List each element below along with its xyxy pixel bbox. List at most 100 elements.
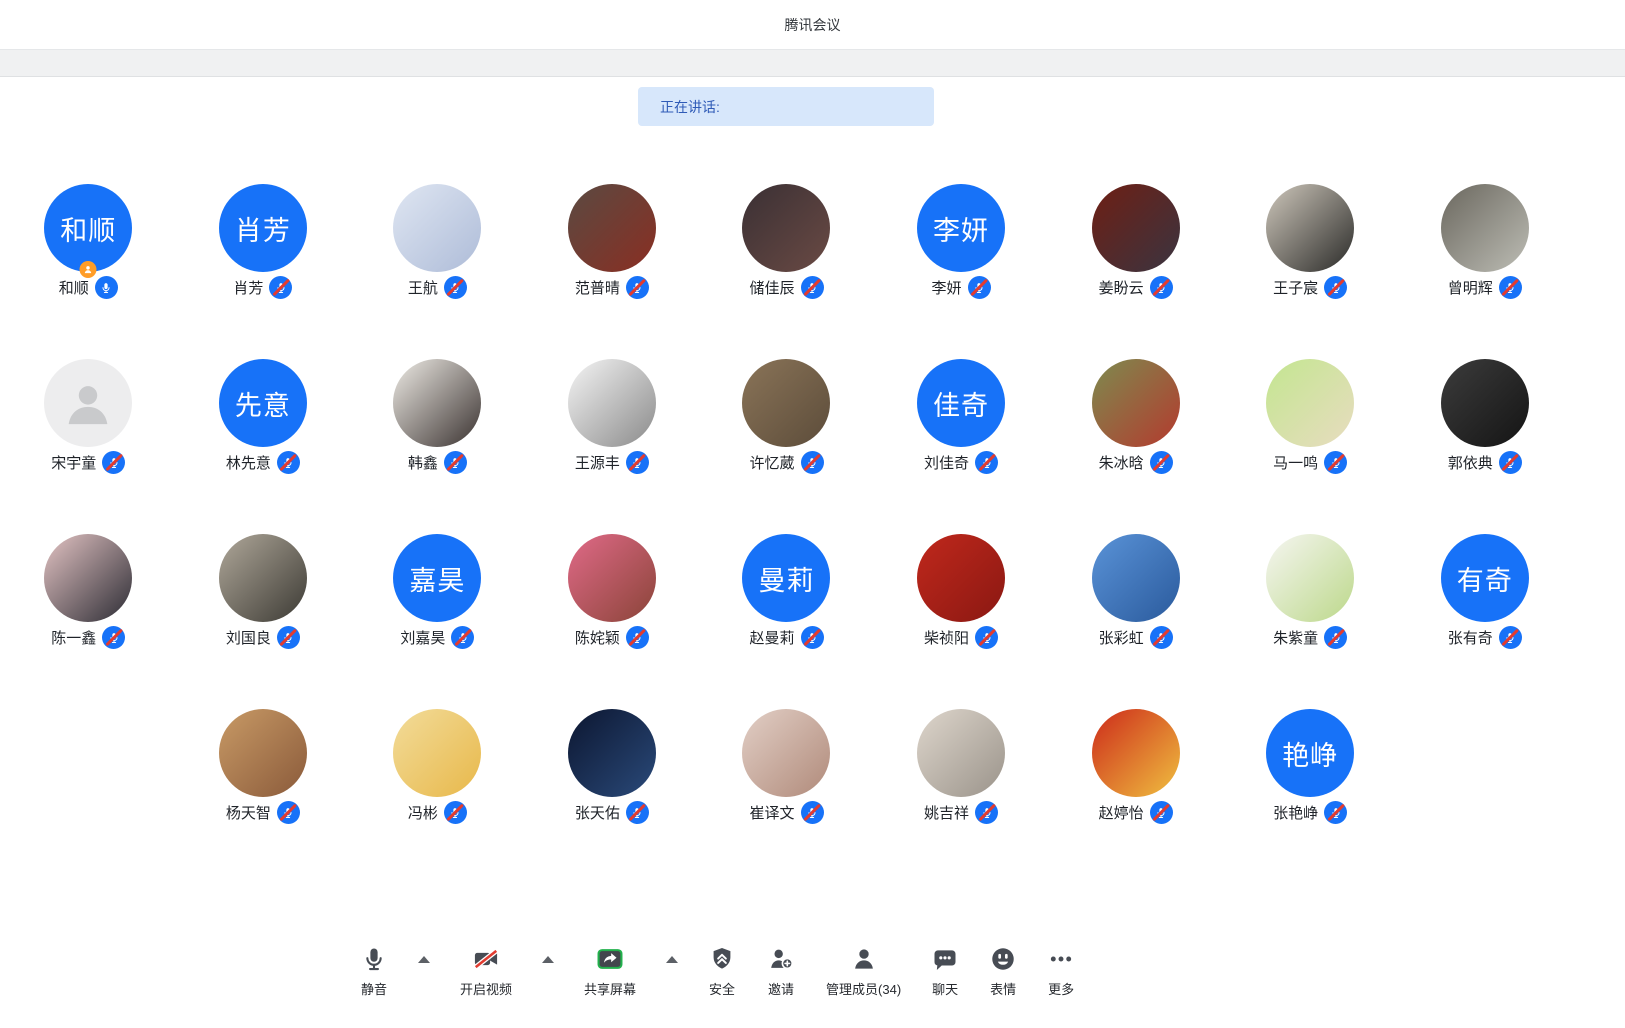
toolbar-mute-button[interactable]: 静音 (360, 943, 388, 998)
participant-nameline: 张天佑 (575, 801, 649, 824)
participant-tile[interactable]: 先意林先意 (176, 359, 351, 534)
participant-name: 林先意 (226, 452, 271, 473)
participant-tile[interactable]: 艳峥张艳峥 (1223, 709, 1398, 884)
participant-tile[interactable]: 韩鑫 (350, 359, 525, 534)
participant-tile[interactable]: 赵婷怡 (1048, 709, 1223, 884)
mic-muted-icon (277, 626, 300, 649)
mic-on-icon (95, 276, 118, 299)
toolbar-security-button[interactable]: 安全 (708, 943, 736, 998)
participant-nameline: 赵婷怡 (1099, 801, 1173, 824)
participant-tile[interactable]: 曾明辉 (1397, 184, 1572, 359)
toolbar-share-button[interactable]: 共享屏幕 (584, 943, 636, 998)
participant-name: 赵婷怡 (1099, 802, 1144, 823)
participant-tile[interactable]: 崔译文 (699, 709, 874, 884)
speaking-banner: 正在讲话: (638, 87, 934, 126)
participant-tile[interactable]: 冯彬 (350, 709, 525, 884)
participant-name: 刘国良 (226, 627, 271, 648)
participant-nameline: 姚吉祥 (924, 801, 998, 824)
toolbar-mute-label: 静音 (361, 979, 387, 998)
toolbar-more-button[interactable]: 更多 (1047, 943, 1075, 998)
participant-tile[interactable]: 朱冰晗 (1048, 359, 1223, 534)
toolbar-share-caret[interactable] (666, 956, 678, 963)
participant-tile[interactable]: 宋宇童 (1, 359, 176, 534)
mic-muted-icon (626, 451, 649, 474)
mic-muted-icon (975, 626, 998, 649)
avatar-photo (393, 184, 481, 272)
participant-tile[interactable]: 储佳辰 (699, 184, 874, 359)
mic-muted-icon (1150, 451, 1173, 474)
toolbar-mute-caret[interactable] (418, 956, 430, 963)
participant-tile[interactable]: 李妍李妍 (874, 184, 1049, 359)
participant-tile[interactable]: 姜盼云 (1048, 184, 1223, 359)
toolbar-invite-button[interactable]: 邀请 (766, 943, 796, 998)
participant-name: 陈一鑫 (51, 627, 96, 648)
avatar-photo (917, 534, 1005, 622)
mic-muted-icon (1499, 626, 1522, 649)
participant-tile[interactable]: 嘉昊刘嘉昊 (350, 534, 525, 709)
participant-tile[interactable]: 柴祯阳 (874, 534, 1049, 709)
participant-nameline: 冯彬 (408, 801, 467, 824)
participant-tile[interactable]: 陈姹颖 (525, 534, 700, 709)
participant-name: 郭依典 (1448, 452, 1493, 473)
members-icon (850, 943, 878, 975)
participant-name: 赵曼莉 (749, 627, 794, 648)
participant-tile[interactable]: 朱紫童 (1223, 534, 1398, 709)
toolbar-members-button[interactable]: 管理成员(34) (826, 943, 901, 998)
participant-tile[interactable]: 和顺和顺 (1, 184, 176, 359)
participant-tile[interactable]: 王源丰 (525, 359, 700, 534)
participant-tile[interactable]: 姚吉祥 (874, 709, 1049, 884)
participant-nameline: 朱冰晗 (1099, 451, 1173, 474)
avatar-photo (44, 534, 132, 622)
toolbar-emoji-button[interactable]: 表情 (989, 943, 1017, 998)
mic-muted-icon (1324, 801, 1347, 824)
participant-nameline: 刘嘉昊 (400, 626, 474, 649)
participant-tile[interactable]: 有奇张有奇 (1397, 534, 1572, 709)
participant-tile[interactable]: 郭依典 (1397, 359, 1572, 534)
avatar-photo (393, 709, 481, 797)
mic-muted-icon (968, 276, 991, 299)
avatar-photo (568, 184, 656, 272)
mic-muted-icon (801, 451, 824, 474)
participant-nameline: 姜盼云 (1099, 276, 1173, 299)
toolbar-invite-label: 邀请 (768, 979, 794, 998)
participant-tile[interactable]: 陈一鑫 (1, 534, 176, 709)
toolbar-chat-button[interactable]: 聊天 (931, 943, 959, 998)
participant-nameline: 李妍 (932, 276, 991, 299)
participant-tile[interactable]: 王航 (350, 184, 525, 359)
mic-muted-icon (1150, 276, 1173, 299)
participant-tile[interactable]: 曼莉赵曼莉 (699, 534, 874, 709)
participant-tile[interactable]: 马一鸣 (1223, 359, 1398, 534)
participant-name: 范普晴 (575, 277, 620, 298)
mic-muted-icon (1150, 626, 1173, 649)
toolbar-video-caret[interactable] (542, 956, 554, 963)
participant-name: 张彩虹 (1099, 627, 1144, 648)
participant-tile[interactable]: 刘国良 (176, 534, 351, 709)
participant-tile[interactable]: 佳奇刘佳奇 (874, 359, 1049, 534)
mic-muted-icon (277, 451, 300, 474)
participant-nameline: 和顺 (59, 276, 118, 299)
participant-tile[interactable]: 杨天智 (176, 709, 351, 884)
toolbar-members-label: 管理成员(34) (826, 979, 901, 998)
participant-tile[interactable]: 肖芳肖芳 (176, 184, 351, 359)
avatar-initials: 肖芳 (219, 184, 307, 272)
participant-tile[interactable]: 张天佑 (525, 709, 700, 884)
participant-nameline: 陈一鑫 (51, 626, 125, 649)
participant-name: 朱紫童 (1273, 627, 1318, 648)
mic-muted-icon (444, 801, 467, 824)
secondary-strip (0, 50, 1625, 77)
toolbar-video-button[interactable]: 开启视频 (460, 943, 512, 998)
participant-tile[interactable]: 王子宸 (1223, 184, 1398, 359)
participant-name: 储佳辰 (749, 277, 794, 298)
avatar-initials: 有奇 (1441, 534, 1529, 622)
participant-name: 冯彬 (408, 802, 438, 823)
participant-nameline: 马一鸣 (1273, 451, 1347, 474)
participant-tile[interactable]: 张彩虹 (1048, 534, 1223, 709)
participant-nameline: 王子宸 (1273, 276, 1347, 299)
mic-muted-icon (626, 276, 649, 299)
toolbar-emoji-label: 表情 (990, 979, 1016, 998)
participant-tile[interactable]: 许忆葳 (699, 359, 874, 534)
avatar-photo (742, 359, 830, 447)
participant-name: 韩鑫 (408, 452, 438, 473)
participant-tile[interactable]: 范普晴 (525, 184, 700, 359)
participant-name: 杨天智 (226, 802, 271, 823)
